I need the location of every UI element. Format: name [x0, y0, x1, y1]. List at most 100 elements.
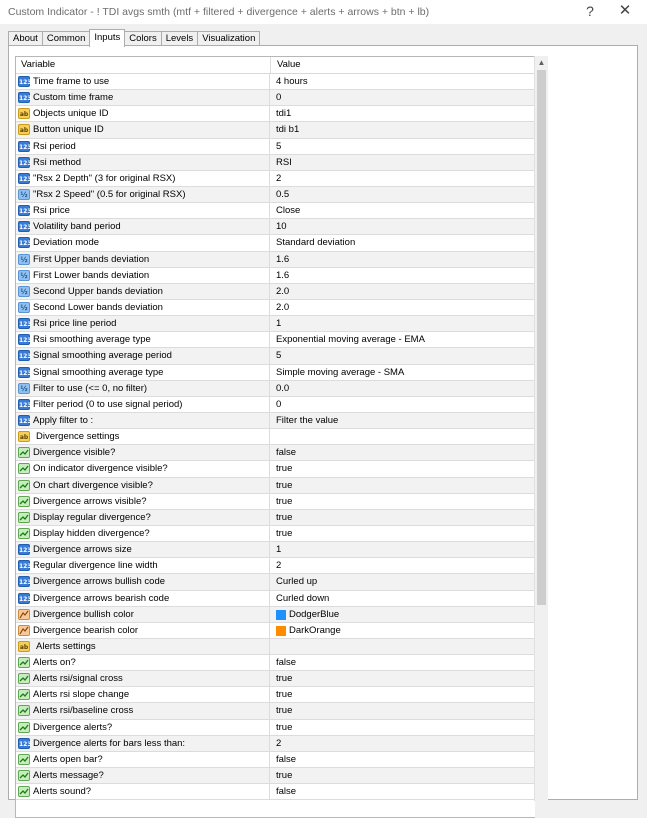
value-cell[interactable]: false [271, 752, 535, 767]
value-cell[interactable]: Standard deviation [271, 235, 535, 250]
value-cell[interactable]: 0.5 [271, 187, 535, 202]
table-row[interactable]: 123 Divergence alerts for bars less than:… [16, 735, 535, 752]
table-row[interactable]: 123 Volatility band period 10 [16, 219, 535, 236]
value-cell[interactable] [271, 429, 535, 444]
value-cell[interactable]: 1.6 [271, 252, 535, 267]
table-row[interactable]: Divergence alerts? true [16, 719, 535, 736]
table-row[interactable]: 123 Divergence arrows bearish code Curled … [16, 590, 535, 607]
value-cell[interactable]: 10 [271, 219, 535, 234]
value-cell[interactable]: true [271, 671, 535, 686]
value-cell[interactable]: false [271, 784, 535, 799]
vertical-scrollbar[interactable]: ▲ [534, 56, 548, 801]
table-row[interactable]: 123 Apply filter to : Filter the value [16, 412, 535, 430]
close-button[interactable]: ✕ [607, 0, 643, 24]
tab-visualization[interactable]: Visualization [197, 31, 261, 46]
value-cell[interactable]: tdi1 [271, 106, 535, 121]
scroll-up-icon[interactable]: ▲ [535, 56, 548, 69]
table-row[interactable]: 123 Rsi method RSI [16, 154, 535, 171]
table-row[interactable]: Divergence arrows visible? true [16, 493, 535, 510]
table-row[interactable]: Alerts rsi/baseline cross true [16, 703, 535, 720]
table-row[interactable]: On indicator divergence visible? true [16, 461, 535, 478]
table-row[interactable]: Display hidden divergence? true [16, 525, 535, 543]
value-cell[interactable]: Simple moving average - SMA [271, 365, 535, 380]
table-row[interactable]: ½ First Upper bands deviation 1.6 [16, 251, 535, 268]
table-row[interactable]: 123 Signal smoothing average type Simple m… [16, 364, 535, 381]
value-cell[interactable]: Filter the value [271, 413, 535, 428]
value-cell[interactable]: 5 [271, 348, 535, 363]
table-row[interactable]: 123 "Rsx 2 Depth" (3 for original RSX) 2 [16, 170, 535, 187]
table-row[interactable]: 123 Filter period (0 to use signal period… [16, 396, 535, 413]
table-row[interactable]: 123 Rsi period 5 [16, 138, 535, 155]
table-row[interactable]: ½ Filter to use (<= 0, no filter) 0.0 [16, 380, 535, 397]
value-cell[interactable] [271, 639, 535, 654]
value-cell[interactable]: true [271, 526, 535, 541]
value-cell[interactable]: 2 [271, 558, 535, 573]
table-row[interactable]: Divergence bearish color DarkOrange [16, 622, 535, 639]
value-cell[interactable]: true [271, 478, 535, 493]
value-cell[interactable]: Close [271, 203, 535, 218]
value-cell[interactable]: 0.0 [271, 381, 535, 396]
table-row[interactable]: ½ "Rsx 2 Speed" (0.5 for original RSX) 0.5 [16, 186, 535, 204]
table-row[interactable]: 123 Deviation mode Standard deviation [16, 235, 535, 252]
tab-common[interactable]: Common [41, 31, 91, 46]
value-cell[interactable]: 1 [271, 542, 535, 557]
tab-levels[interactable]: Levels [160, 31, 199, 46]
tab-colors[interactable]: Colors [124, 31, 162, 46]
help-button[interactable]: ? [572, 0, 608, 24]
table-row[interactable]: Alerts rsi/signal cross true [16, 671, 535, 688]
value-cell[interactable]: true [271, 461, 535, 476]
table-row[interactable]: ½ Second Upper bands deviation 2.0 [16, 283, 535, 300]
value-cell[interactable]: 2 [271, 736, 535, 751]
value-cell[interactable]: 2.0 [271, 300, 535, 315]
value-cell[interactable]: 1.6 [271, 268, 535, 283]
table-row[interactable]: Alerts message? true [16, 768, 535, 785]
value-cell[interactable]: RSI [271, 155, 535, 170]
column-header-variable[interactable]: Variable [21, 57, 55, 73]
table-row[interactable]: 123 Signal smoothing average period 5 [16, 348, 535, 365]
value-cell[interactable]: true [271, 768, 535, 783]
table-row[interactable]: 123 Rsi price line period 1 [16, 316, 535, 333]
value-cell[interactable]: tdi b1 [271, 122, 535, 137]
column-header-value[interactable]: Value [277, 57, 301, 73]
table-row[interactable]: 123 Rsi smoothing average type Exponential… [16, 332, 535, 349]
tab-about[interactable]: About [8, 31, 43, 46]
value-cell[interactable]: Curled down [271, 591, 535, 606]
value-cell[interactable]: true [271, 494, 535, 509]
value-cell[interactable]: true [271, 703, 535, 718]
value-cell[interactable]: 0 [271, 90, 535, 105]
table-row[interactable]: ½ First Lower bands deviation 1.6 [16, 267, 535, 284]
column-divider[interactable] [270, 57, 271, 73]
table-row[interactable]: 123 Time frame to use 4 hours [16, 74, 535, 91]
table-row[interactable]: Alerts open bar? false [16, 751, 535, 769]
value-cell[interactable]: 5 [271, 139, 535, 154]
table-row[interactable]: 123 Divergence arrows size 1 [16, 542, 535, 559]
value-cell[interactable]: 1 [271, 316, 535, 331]
value-cell[interactable]: 0 [271, 397, 535, 412]
table-row[interactable]: Alerts rsi slope change true [16, 687, 535, 704]
value-cell[interactable]: DarkOrange [271, 623, 535, 638]
table-row[interactable]: 123 Regular divergence line width 2 [16, 558, 535, 575]
table-row[interactable]: 123 Custom time frame 0 [16, 90, 535, 107]
value-cell[interactable]: false [271, 445, 535, 460]
table-row[interactable]: Divergence visible? false [16, 445, 535, 462]
value-cell[interactable]: true [271, 510, 535, 525]
table-row[interactable]: ab Objects unique ID tdi1 [16, 106, 535, 123]
value-cell[interactable]: 4 hours [271, 74, 535, 89]
value-cell[interactable]: true [271, 687, 535, 702]
table-row[interactable]: ab Button unique ID tdi b1 [16, 122, 535, 139]
value-cell[interactable]: 2 [271, 171, 535, 186]
scroll-thumb[interactable] [537, 70, 546, 605]
table-row[interactable]: Alerts sound? false [16, 784, 535, 801]
section-row[interactable]: ab Divergence settings [16, 429, 535, 446]
table-row[interactable]: On chart divergence visible? true [16, 477, 535, 494]
table-row[interactable]: Divergence bullish color DodgerBlue [16, 606, 535, 623]
table-row[interactable]: 123 Rsi price Close [16, 203, 535, 220]
value-cell[interactable]: true [271, 720, 535, 735]
table-row[interactable]: Alerts on? false [16, 655, 535, 672]
section-row[interactable]: ab Alerts settings [16, 638, 535, 656]
value-cell[interactable]: 2.0 [271, 284, 535, 299]
tab-inputs[interactable]: Inputs [89, 29, 126, 47]
value-cell[interactable]: Exponential moving average - EMA [271, 332, 535, 347]
value-cell[interactable]: false [271, 655, 535, 670]
table-row[interactable]: 123 Divergence arrows bullish code Curled … [16, 574, 535, 591]
